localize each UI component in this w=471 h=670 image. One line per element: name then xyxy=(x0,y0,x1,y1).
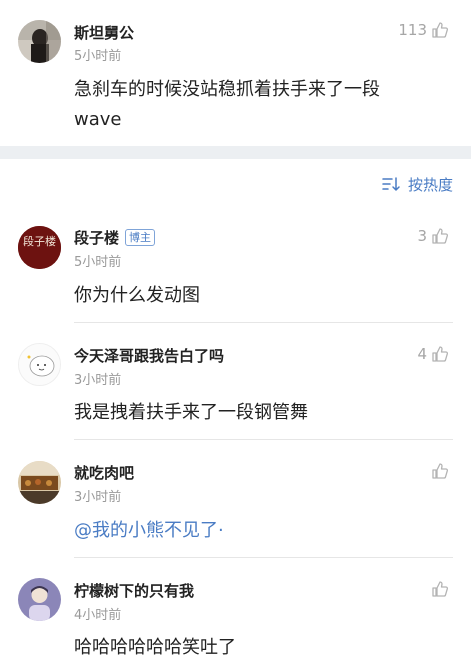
username[interactable]: 就吃肉吧 xyxy=(74,462,134,483)
comment-time: 3小时前 xyxy=(74,490,122,505)
comment-time: 4小时前 xyxy=(74,608,122,623)
comment-text: 我是拽着扶手来了一段钢管舞 xyxy=(74,402,308,423)
comment-time: 5小时前 xyxy=(74,49,122,64)
divider xyxy=(74,439,453,440)
top-comment: 斯坦舅公 5小时前 113 急刹车的时候没站稳抓着扶手来了一段 wave xyxy=(0,0,471,146)
username[interactable]: 段子楼 博主 xyxy=(74,227,156,248)
divider xyxy=(74,322,453,323)
like-button[interactable] xyxy=(431,462,449,480)
comment-text-continuation: wave xyxy=(74,109,122,130)
username[interactable]: 柠檬树下的只有我 xyxy=(74,580,194,601)
thumbs-up-icon xyxy=(432,228,449,244)
like-count: 4 xyxy=(417,345,427,363)
divider xyxy=(74,557,453,558)
sort-by-hot-button[interactable]: 按热度 xyxy=(382,174,453,194)
like-button[interactable]: 4 xyxy=(417,345,449,363)
avatar[interactable]: 段子楼 xyxy=(18,226,61,269)
username-text: 段子楼 xyxy=(74,229,120,247)
mention-link[interactable]: @我的小熊不见了· xyxy=(74,516,224,546)
thumbs-up-icon xyxy=(432,346,449,362)
username[interactable]: 今天泽哥跟我告白了吗 xyxy=(74,345,224,366)
like-count: 113 xyxy=(398,21,427,39)
like-button[interactable] xyxy=(431,580,449,598)
avatar[interactable] xyxy=(18,578,61,621)
like-button[interactable]: 3 xyxy=(417,227,449,245)
comment-text: 急刹车的时候没站稳抓着扶手来了一段 xyxy=(74,79,380,100)
section-separator xyxy=(0,146,471,159)
sort-icon xyxy=(382,177,400,191)
avatar[interactable] xyxy=(18,343,61,386)
sort-label: 按热度 xyxy=(407,175,453,194)
avatar[interactable] xyxy=(18,461,61,504)
thumbs-up-icon xyxy=(432,463,449,479)
comment-time: 3小时前 xyxy=(74,373,122,388)
avatar[interactable] xyxy=(18,20,61,63)
thumbs-up-icon xyxy=(432,22,449,38)
thumbs-up-icon xyxy=(432,581,449,597)
avatar-logo-text: 段子楼 xyxy=(23,234,56,248)
comment-text: 你为什么发动图 xyxy=(74,285,200,306)
author-badge: 博主 xyxy=(125,229,156,246)
like-count: 3 xyxy=(417,227,427,245)
like-button[interactable]: 113 xyxy=(398,21,449,39)
comment-text: 哈哈哈哈哈哈笑吐了 xyxy=(74,637,236,658)
username[interactable]: 斯坦舅公 xyxy=(74,22,134,43)
comment-time: 5小时前 xyxy=(74,255,122,270)
